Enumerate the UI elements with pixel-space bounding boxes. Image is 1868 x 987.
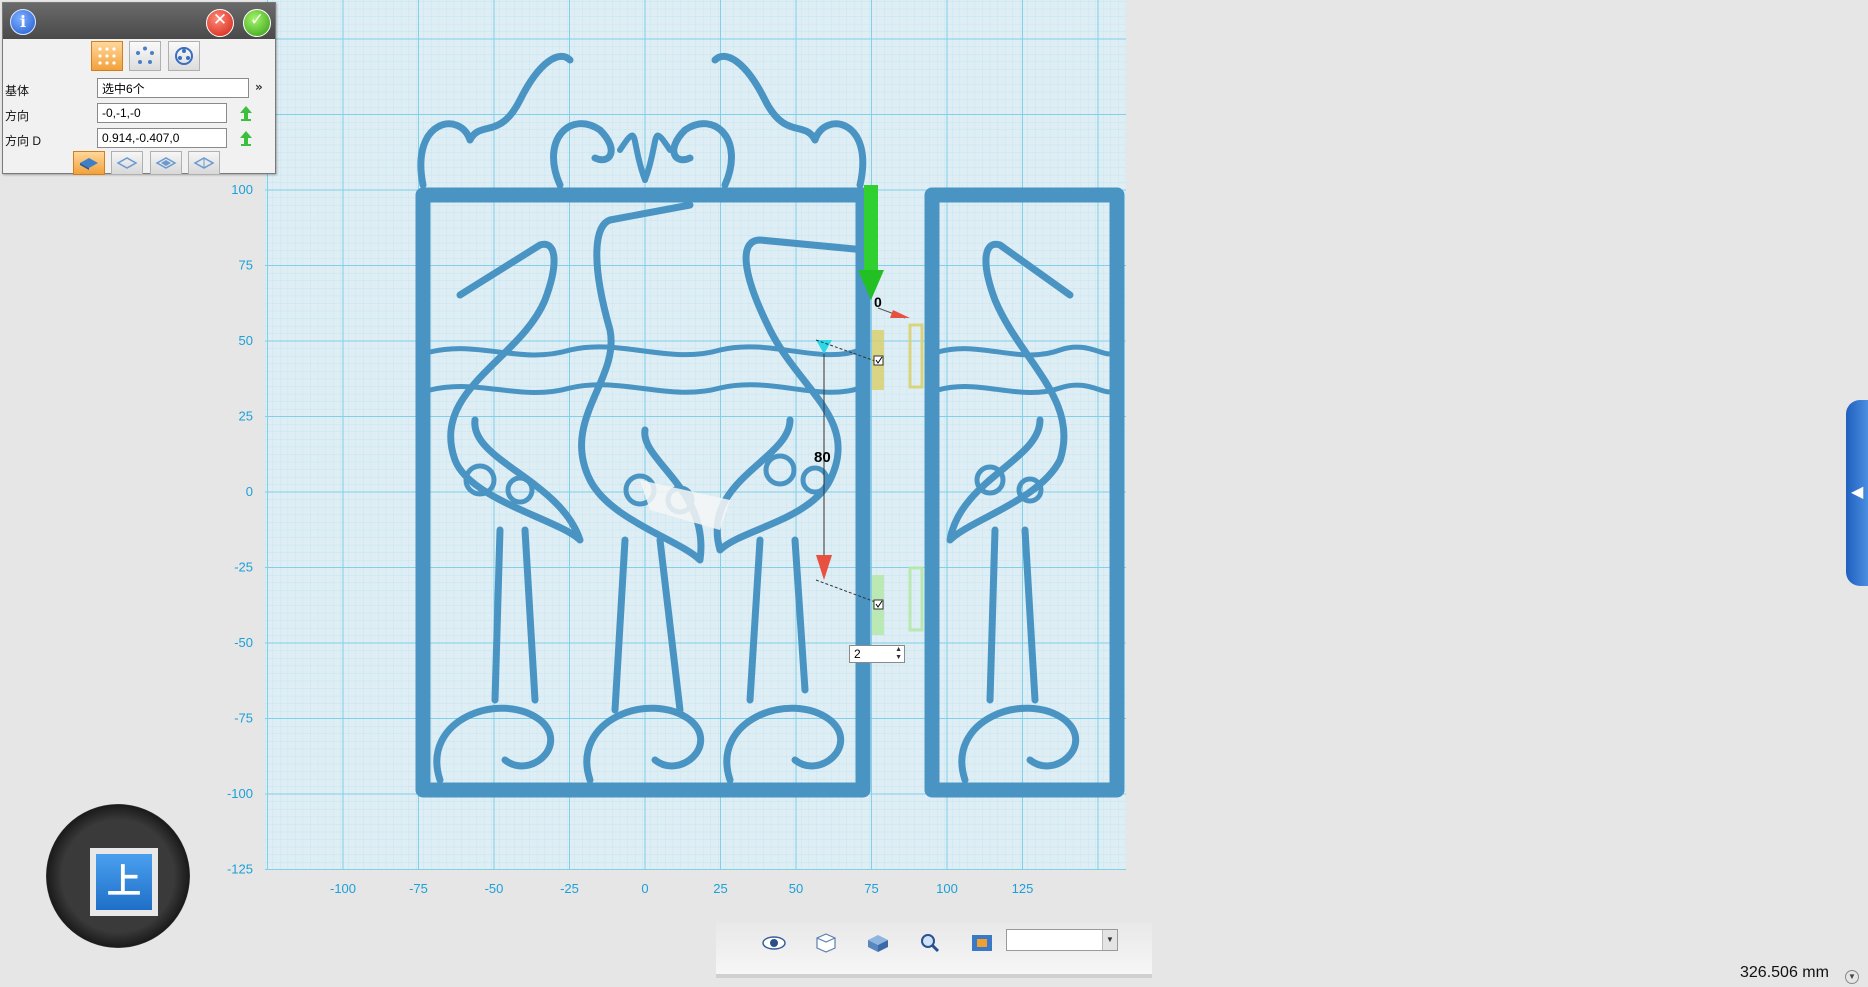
x-tick-label: 25 [713, 881, 727, 896]
cancel-button[interactable]: ✕ [206, 9, 234, 37]
x-tick-label: 125 [1012, 881, 1034, 896]
direction-label: 方向 [5, 109, 30, 123]
x-tick-label: 0 [641, 881, 648, 896]
view-cube[interactable]: 上 [46, 804, 190, 948]
x-tick-label: -50 [485, 881, 504, 896]
y-tick-label: 0 [246, 484, 253, 499]
rhombus-array-icon[interactable] [149, 151, 182, 175]
wireframe-cube-icon[interactable] [813, 932, 839, 954]
circular-array-icon[interactable] [129, 41, 162, 71]
y-axis-tick-labels: 100 75 50 25 0 -25 -50 -75 -100 -125 [227, 182, 253, 877]
chevron-down-icon[interactable]: ▼ [1102, 930, 1117, 950]
y-tick-label: 50 [239, 333, 253, 348]
confirm-button[interactable]: ✓ [243, 9, 271, 37]
3d-viewport[interactable]: 100 75 50 25 0 -25 -50 -75 -100 -125 -100 -75 -50 -2… [0, 0, 1868, 987]
view-cube-top-face[interactable]: 上 [90, 848, 158, 916]
x-tick-label: -75 [409, 881, 428, 896]
diamond-array-icon[interactable] [111, 151, 144, 175]
angle-label: 0 [874, 294, 882, 310]
y-tick-label: -75 [234, 711, 253, 726]
chevron-left-icon: ◀ [1851, 484, 1864, 501]
pick-direction-icon[interactable] [237, 104, 255, 122]
expand-chevron-icon[interactable]: » [255, 80, 263, 94]
measure-readout: 326.506 mm [1740, 964, 1829, 981]
y-tick-label: -100 [227, 786, 253, 801]
direction-d-label: 方向 D [5, 134, 42, 148]
x-tick-label: -100 [330, 881, 356, 896]
solid-cube-icon[interactable] [865, 932, 891, 954]
base-label: 基体 [5, 84, 30, 98]
box-array-icon[interactable] [73, 151, 105, 175]
view-mode-select[interactable]: ▼ [1006, 929, 1118, 951]
linear-array-icon[interactable] [91, 41, 123, 71]
array-properties-panel: i ✕ ✓ 基体 » 方向 方向 D [2, 2, 276, 175]
zoom-icon[interactable] [917, 932, 943, 954]
stepper-arrows-icon[interactable]: ▲ ▼ [895, 646, 902, 662]
view-toolbar: ▼ [716, 922, 1152, 978]
dimension-label[interactable]: 80 [814, 449, 831, 466]
y-tick-label: -25 [234, 560, 253, 575]
base-field[interactable] [97, 78, 249, 98]
curve-array-icon[interactable] [167, 41, 200, 71]
x-tick-label: 50 [789, 881, 803, 896]
offset-array-icon[interactable] [188, 151, 221, 175]
panel-header: i ✕ ✓ [3, 3, 275, 39]
eye-icon[interactable] [761, 932, 787, 954]
pick-direction-d-icon[interactable] [237, 129, 255, 147]
array-type-group [73, 151, 222, 175]
y-tick-label: -125 [227, 862, 253, 877]
array-mode-group [91, 41, 202, 71]
direction-arrow-shaft [864, 185, 878, 275]
y-tick-label: 100 [231, 182, 253, 197]
x-tick-label: -25 [560, 881, 579, 896]
direction-field[interactable] [97, 103, 227, 123]
y-tick-label: -50 [234, 635, 253, 650]
fit-view-icon[interactable] [969, 932, 995, 954]
x-tick-label: 75 [864, 881, 878, 896]
direction-d-field[interactable] [97, 128, 227, 148]
x-axis-tick-labels: -100 -75 -50 -25 0 25 50 75 100 125 [330, 881, 1033, 896]
info-icon[interactable]: i [10, 9, 36, 35]
x-tick-label: 100 [936, 881, 958, 896]
y-tick-label: 25 [239, 409, 253, 424]
array-count-value[interactable]: 2 [854, 647, 861, 661]
array-count-stepper[interactable]: 2 ▲ ▼ [849, 645, 905, 663]
y-tick-label: 75 [239, 258, 253, 273]
side-panel-toggle[interactable]: ◀ [1846, 400, 1868, 586]
measure-dropdown-icon[interactable]: ▼ [1845, 970, 1859, 984]
